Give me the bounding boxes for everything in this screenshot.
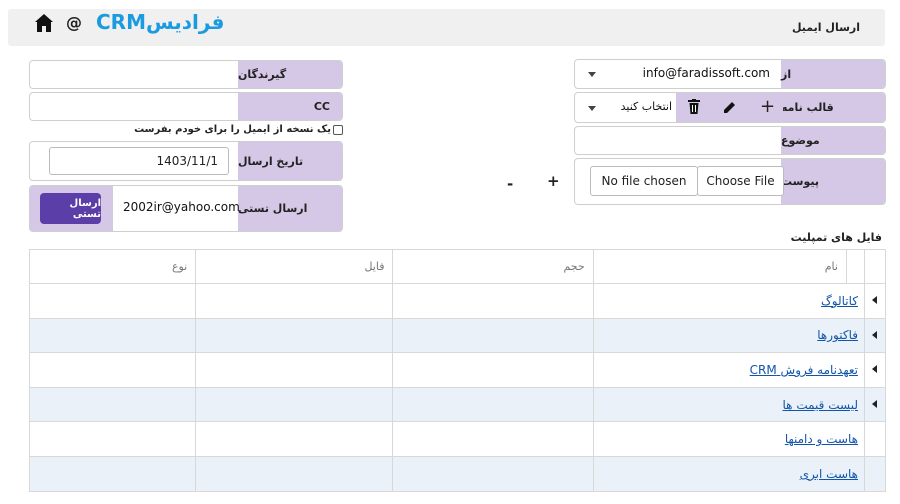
subject-row: موضوع xyxy=(574,126,886,155)
trash-icon[interactable] xyxy=(688,99,700,114)
home-icon[interactable] xyxy=(34,13,54,33)
column-header-size[interactable]: حجم xyxy=(392,249,594,284)
table-row: تعهدنامه فروش CRM xyxy=(28,352,887,388)
test-send-button[interactable]: ارسال تستی xyxy=(40,193,101,224)
expand-toggle[interactable] xyxy=(863,283,887,319)
attachment-label: پیوست xyxy=(781,159,885,204)
expand-arrow-icon[interactable] xyxy=(872,400,878,409)
template-files-table: نام حجم فایل نوع کاتالوگ فاکتورها تعهدنا… xyxy=(28,249,887,492)
chevron-down-icon[interactable] xyxy=(588,72,596,77)
template-label: قالب نامه xyxy=(781,93,885,122)
template-link[interactable]: لیست قیمت ها xyxy=(783,398,858,412)
recipients-row: گیرندگان xyxy=(29,60,343,89)
edit-icon[interactable] xyxy=(723,100,737,114)
test-email-input[interactable]: 2002ir@yahoo.com xyxy=(123,200,240,214)
table-row: کاتالوگ xyxy=(28,283,887,319)
column-header-type[interactable]: نوع xyxy=(28,249,197,284)
table-row: فاکتورها xyxy=(28,317,887,354)
from-label: از xyxy=(781,60,885,88)
template-link[interactable]: هاست و دامنها xyxy=(785,432,858,446)
cc-label: CC xyxy=(238,93,342,120)
table-row: لیست قیمت ها xyxy=(28,386,887,423)
file-status: No file chosen xyxy=(590,166,698,196)
recipients-input[interactable] xyxy=(30,61,238,88)
template-files-title: فایل های تمپلیت xyxy=(790,231,882,244)
add-attachment-button[interactable]: + xyxy=(547,172,560,190)
remove-attachment-button[interactable]: - xyxy=(507,175,513,193)
expand-arrow-icon[interactable] xyxy=(872,330,878,339)
from-select[interactable]: info@faradissoft.com xyxy=(643,66,770,80)
brand-logo[interactable]: فرادیسCRM xyxy=(96,10,224,34)
table-row: هاست و دامنها xyxy=(28,421,887,457)
add-template-button[interactable]: + xyxy=(760,96,775,117)
table-row: هاست ابری xyxy=(28,455,887,492)
self-copy-option[interactable]: یک نسخه از ایمیل را برای خودم بفرست xyxy=(134,124,343,135)
recipients-label: گیرندگان xyxy=(238,61,342,88)
expand-toggle[interactable] xyxy=(863,317,887,354)
cc-row: CC xyxy=(29,92,343,121)
cc-input[interactable] xyxy=(30,93,238,120)
expand-toggle[interactable] xyxy=(863,386,887,423)
template-select[interactable]: انتخاب کنید xyxy=(621,100,672,113)
template-row: قالب نامه + انتخاب کنید xyxy=(574,92,886,123)
attachment-row: پیوست Choose File No file chosen xyxy=(574,158,886,205)
subject-input[interactable] xyxy=(575,127,782,154)
test-send-label: ارسال تستی xyxy=(238,186,342,231)
template-link[interactable]: هاست ابری xyxy=(800,467,858,481)
send-date-input[interactable]: 1403/11/1 xyxy=(49,147,229,175)
column-header-name[interactable]: نام xyxy=(592,249,847,284)
page-title: ارسال ایمیل xyxy=(791,21,860,34)
chevron-down-icon[interactable] xyxy=(588,106,596,111)
column-header-file[interactable]: فایل xyxy=(195,249,394,284)
template-link[interactable]: تعهدنامه فروش CRM xyxy=(750,363,858,377)
subject-label: موضوع xyxy=(781,127,885,154)
self-copy-checkbox[interactable] xyxy=(333,124,343,135)
expand-arrow-icon[interactable] xyxy=(872,296,878,305)
expand-toggle[interactable] xyxy=(863,352,887,388)
send-date-row: تاریخ ارسال 1403/11/1 xyxy=(29,141,343,181)
send-date-label: تاریخ ارسال xyxy=(238,142,342,180)
template-link[interactable]: فاکتورها xyxy=(817,328,858,342)
expand-arrow-icon[interactable] xyxy=(872,365,878,374)
choose-file-button[interactable]: Choose File xyxy=(697,166,784,196)
table-header: نام حجم فایل نوع xyxy=(28,249,887,284)
template-link[interactable]: کاتالوگ xyxy=(821,294,858,308)
at-icon[interactable]: @ xyxy=(66,13,82,32)
from-row: از info@faradissoft.com xyxy=(574,59,886,89)
test-send-row: ارسال تستی ارسال تستی 2002ir@yahoo.com xyxy=(29,185,343,232)
self-copy-label: یک نسخه از ایمیل را برای خودم بفرست xyxy=(134,124,331,135)
